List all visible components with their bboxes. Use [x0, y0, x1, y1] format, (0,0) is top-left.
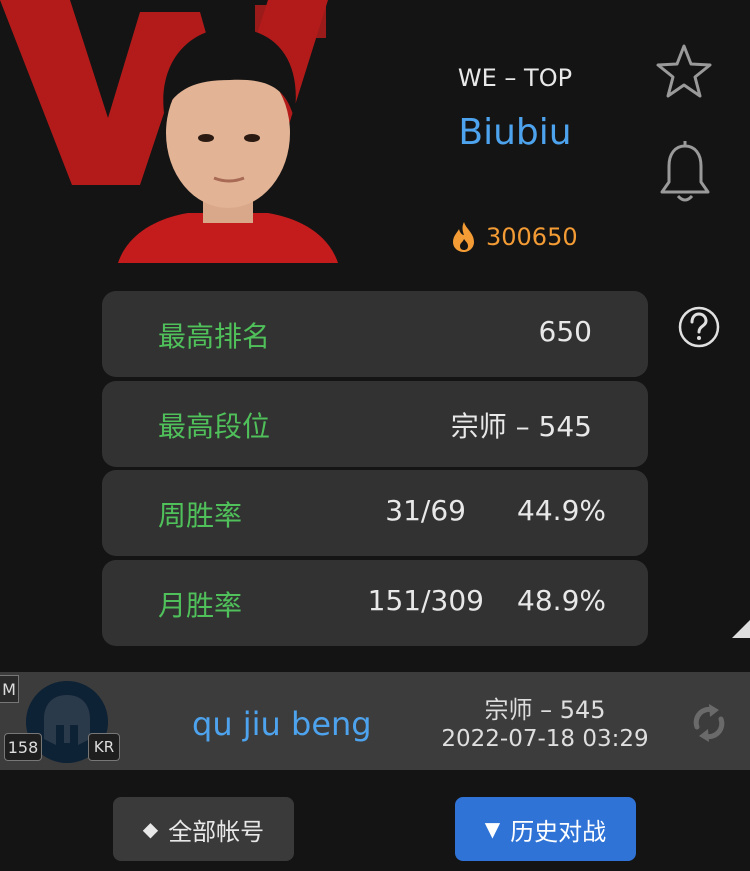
- stat-card-best-rank: 最高排名 650: [102, 291, 648, 377]
- stat-label: 最高段位: [158, 410, 271, 443]
- match-history-button[interactable]: ▼ 历史对战: [455, 797, 636, 861]
- all-accounts-label: 全部帐号: [168, 817, 265, 846]
- expand-corner-handle[interactable]: [732, 620, 750, 638]
- account-updated-time: 2022-07-18 03:29: [441, 726, 649, 752]
- flame-icon: [453, 222, 474, 252]
- player-name: Biubiu: [458, 112, 572, 153]
- notify-button[interactable]: [654, 138, 716, 208]
- refresh-button[interactable]: [686, 700, 732, 746]
- stat-label: 月胜率: [158, 589, 243, 622]
- stat-card-weekly-winrate: 周胜率 31/69 44.9%: [102, 470, 648, 556]
- stat-games: 31/69: [385, 494, 466, 527]
- help-button[interactable]: [677, 305, 721, 349]
- player-portrait: [118, 28, 338, 263]
- hot-score: 300650: [450, 221, 578, 253]
- team-role: WE – TOP: [457, 64, 573, 92]
- level-badge: 158: [4, 733, 42, 761]
- star-outline-icon: [656, 44, 712, 98]
- stat-label: 周胜率: [158, 499, 243, 532]
- triangle-down-icon: ▼: [484, 817, 501, 841]
- all-accounts-button[interactable]: ◆ 全部帐号: [113, 797, 294, 861]
- question-circle-icon: [678, 306, 720, 348]
- stat-games: 151/309: [367, 584, 484, 617]
- favorite-button[interactable]: [652, 40, 716, 104]
- diamond-icon: ◆: [142, 817, 159, 841]
- hot-value: 300650: [486, 223, 578, 251]
- region-badge: KR: [88, 733, 120, 761]
- account-rank: 宗师 – 545: [484, 696, 606, 724]
- account-tag: M: [0, 675, 19, 703]
- player-header: WE – TOP Biubiu 300650: [0, 0, 750, 275]
- stat-value: 宗师 – 545: [450, 410, 592, 443]
- stat-label: 最高排名: [158, 320, 271, 353]
- stat-card-best-tier: 最高段位 宗师 – 545: [102, 381, 648, 467]
- bell-outline-icon: [660, 141, 710, 202]
- refresh-icon: [693, 704, 725, 742]
- stat-rate: 44.9%: [517, 494, 606, 527]
- match-history-label: 历史对战: [510, 817, 607, 846]
- stat-card-monthly-winrate: 月胜率 151/309 48.9%: [102, 560, 648, 646]
- account-name[interactable]: qu jiu beng: [192, 705, 372, 743]
- stat-rate: 48.9%: [517, 584, 606, 617]
- stat-value: 650: [538, 315, 592, 348]
